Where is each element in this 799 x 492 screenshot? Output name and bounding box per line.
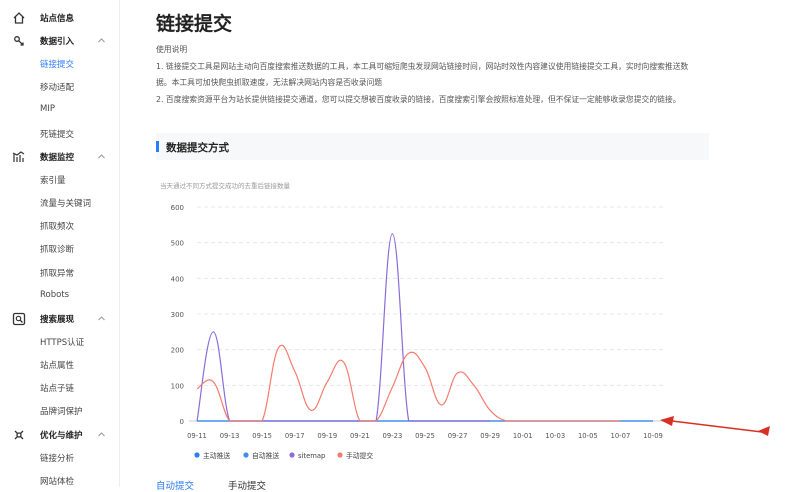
x-tick-label: 09-29 [480, 432, 500, 440]
link-submit-chart: 0 100 200 300 400 500 600 09-11 09-13 09-15 09-17 0… [0, 0, 799, 487]
x-tick-label: 09-11 [187, 432, 207, 440]
y-tick-label: 100 [171, 382, 184, 390]
annotation-arrow-head [660, 416, 674, 426]
x-tick-label: 09-23 [383, 432, 403, 440]
y-tick-label: 500 [171, 240, 184, 248]
annotation-arrow-shaft [672, 421, 762, 432]
legend-marker [289, 452, 294, 457]
x-tick-label: 10-05 [578, 432, 598, 440]
x-tick-label: 10-03 [545, 432, 565, 440]
legend-marker [337, 452, 342, 457]
legend-label: 自动推送 [252, 451, 279, 460]
y-tick-label: 400 [171, 275, 184, 283]
legend-label: sitemap [298, 452, 325, 460]
y-tick-label: 0 [180, 418, 184, 426]
x-tick-label: 09-15 [252, 432, 272, 440]
legend-marker [243, 452, 248, 457]
x-tick-label: 09-25 [415, 432, 435, 440]
x-tick-label: 10-01 [513, 432, 533, 440]
series-line-2 [197, 234, 490, 421]
y-tick-label: 200 [171, 347, 184, 355]
y-tick-label: 300 [171, 311, 184, 319]
x-tick-label: 09-17 [285, 432, 305, 440]
legend-label: 手动提交 [346, 451, 373, 460]
x-tick-label: 09-27 [448, 432, 468, 440]
x-tick-label: 10-09 [643, 432, 663, 440]
annotation-arrow-tail [758, 426, 770, 436]
x-tick-label: 10-07 [611, 432, 631, 440]
y-tick-label: 600 [171, 204, 184, 212]
x-tick-label: 09-21 [350, 432, 370, 440]
legend-label: 主动推送 [203, 451, 230, 460]
series-line-3 [197, 345, 620, 421]
x-tick-label: 09-19 [317, 432, 337, 440]
legend-marker [194, 452, 199, 457]
x-tick-label: 09-13 [220, 432, 240, 440]
